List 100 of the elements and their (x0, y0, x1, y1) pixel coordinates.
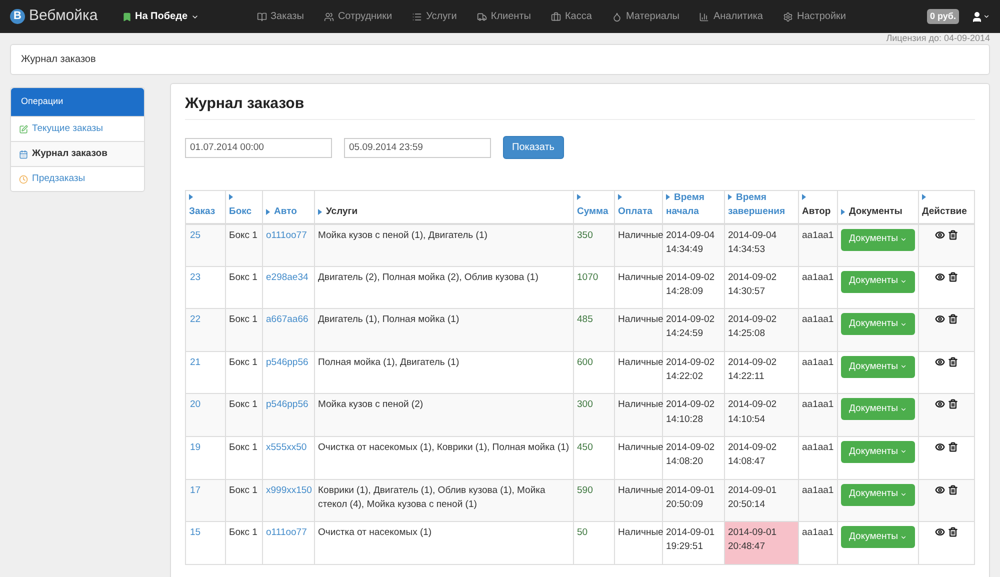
table-cell: Бокс 1 (229, 527, 258, 538)
view-icon[interactable] (935, 399, 945, 410)
caret-icon (900, 236, 907, 243)
table-cell: aa1aa1 (802, 230, 834, 240)
view-icon[interactable] (935, 527, 945, 538)
table-cell: 2014-09-01 20:50:09 (666, 484, 715, 510)
table-cell: aa1aa1 (802, 484, 834, 496)
droplet-icon (612, 12, 622, 22)
delete-icon[interactable] (948, 230, 958, 240)
table-cell: 2014-09-04 14:34:53 (724, 224, 798, 266)
balance-badge: 0 руб. (927, 8, 959, 24)
sidebar-item[interactable]: Журнал заказов (11, 141, 144, 166)
caret-icon (900, 278, 907, 286)
order-link[interactable]: 25 (190, 230, 201, 240)
view-icon[interactable] (935, 356, 945, 367)
edit-icon (19, 124, 28, 134)
view-icon[interactable] (935, 272, 945, 282)
nav-link[interactable]: Сотрудники (324, 9, 392, 24)
caret-icon (983, 13, 990, 20)
documents-dropdown[interactable]: Документы (841, 228, 915, 250)
nav-link[interactable]: Аналитика (699, 9, 763, 24)
table-cell: Бокс 1 (229, 356, 258, 368)
table-cell: aa1aa1 (802, 356, 834, 368)
table-cell: 1070 (577, 272, 598, 283)
delete-icon[interactable] (948, 442, 958, 452)
nav-link[interactable]: Заказы (256, 9, 304, 24)
delete-icon[interactable] (948, 527, 958, 538)
caret-icon (900, 320, 907, 328)
sort-icon (189, 194, 193, 200)
delete-icon[interactable] (948, 356, 958, 367)
book-icon (256, 12, 267, 22)
brand-name[interactable]: Вебмойка (29, 5, 98, 28)
order-link[interactable]: 19 (190, 442, 201, 453)
sort-icon (318, 208, 322, 215)
nav-link[interactable]: Настройки (782, 9, 846, 24)
table-cell: 2014-09-02 14:24:59 (666, 314, 715, 340)
delete-icon[interactable] (948, 399, 958, 410)
delete-icon[interactable] (948, 272, 958, 282)
table-cell: 2014-09-02 14:08:47 (724, 436, 798, 480)
truck-icon (476, 12, 487, 22)
order-link[interactable]: 20 (190, 399, 201, 410)
caret-icon (900, 406, 907, 413)
settings-icon (782, 12, 793, 22)
list-icon (412, 12, 422, 22)
table-cell: 2014-09-02 14:10:54 (724, 394, 798, 436)
view-icon[interactable] (935, 230, 945, 240)
sidebar-item[interactable]: Предзаказы (11, 166, 144, 191)
sort-icon (266, 208, 270, 215)
view-icon[interactable] (935, 314, 945, 324)
briefcase-icon (550, 12, 561, 22)
date-to-field[interactable]: 05.09.2014 23:59 (344, 138, 491, 158)
table-cell: Полная мойка (1), Двигатель (1) (318, 356, 460, 368)
table-cell: 590 (577, 484, 593, 496)
view-icon[interactable] (935, 442, 945, 452)
order-link[interactable]: 22 (190, 314, 201, 326)
documents-dropdown[interactable]: Документы (841, 313, 915, 336)
nav-link[interactable]: Услуги (412, 9, 457, 24)
order-link[interactable]: 21 (190, 356, 201, 368)
documents-dropdown[interactable]: Документы (841, 356, 915, 378)
table-cell: 2014-09-02 14:22:02 (666, 356, 715, 382)
order-link[interactable]: 15 (190, 527, 201, 538)
location-dropdown[interactable]: На Победе (122, 9, 199, 24)
documents-dropdown[interactable]: Документы (841, 526, 915, 548)
table-cell: Наличные (618, 527, 664, 538)
license-text: Лицензия до: 04-09-2014 (886, 32, 990, 45)
table-cell: Наличные (618, 272, 664, 283)
table-cell: Бокс 1 (229, 442, 258, 453)
table-cell: 2014-09-02 14:28:09 (666, 272, 715, 297)
nav-link[interactable]: Касса (550, 9, 592, 24)
order-link[interactable]: 23 (190, 272, 201, 283)
brand-logo[interactable]: B (10, 9, 25, 24)
table-cell: 2014-09-02 14:10:28 (666, 399, 715, 425)
table-cell: aa1aa1 (802, 272, 834, 283)
table-cell: Мойка кузов с пеной (2) (318, 399, 424, 410)
table-cell: Наличные (618, 356, 664, 368)
documents-dropdown[interactable]: Документы (841, 398, 915, 420)
date-from-field[interactable]: 01.07.2014 00:00 (185, 138, 332, 158)
table-cell: 2014-09-02 14:08:20 (666, 442, 715, 468)
nav-link[interactable]: Материалы (612, 9, 680, 24)
documents-dropdown[interactable]: Документы (841, 270, 915, 293)
order-link[interactable]: 17 (190, 484, 201, 496)
table-cell: 350 (577, 230, 593, 240)
table-cell: Наличные (618, 442, 664, 453)
table-cell: 450 (577, 442, 593, 453)
documents-dropdown[interactable]: Документы (841, 484, 915, 506)
table-cell: aa1aa1 (802, 442, 834, 453)
delete-icon[interactable] (948, 314, 958, 324)
user-menu[interactable] (971, 10, 990, 22)
table-cell: Двигатель (1), Полная мойка (1) (318, 314, 460, 326)
table-cell: 600 (577, 356, 593, 368)
show-button[interactable]: Показать (503, 136, 564, 159)
table-cell: Наличные (618, 314, 664, 326)
table-cell: Коврики (1), Двигатель (1), Облив кузова (1), Мойка стекол (4), Мойка кузова с пеной (1) (318, 484, 546, 510)
delete-icon[interactable] (948, 484, 958, 495)
table-cell: Наличные (618, 484, 664, 496)
table-cell: Очистка от насекомых (1) (318, 527, 432, 538)
user-icon (971, 10, 983, 22)
documents-dropdown[interactable]: Документы (841, 440, 915, 463)
view-icon[interactable] (935, 484, 945, 495)
nav-link[interactable]: Клиенты (476, 9, 531, 24)
